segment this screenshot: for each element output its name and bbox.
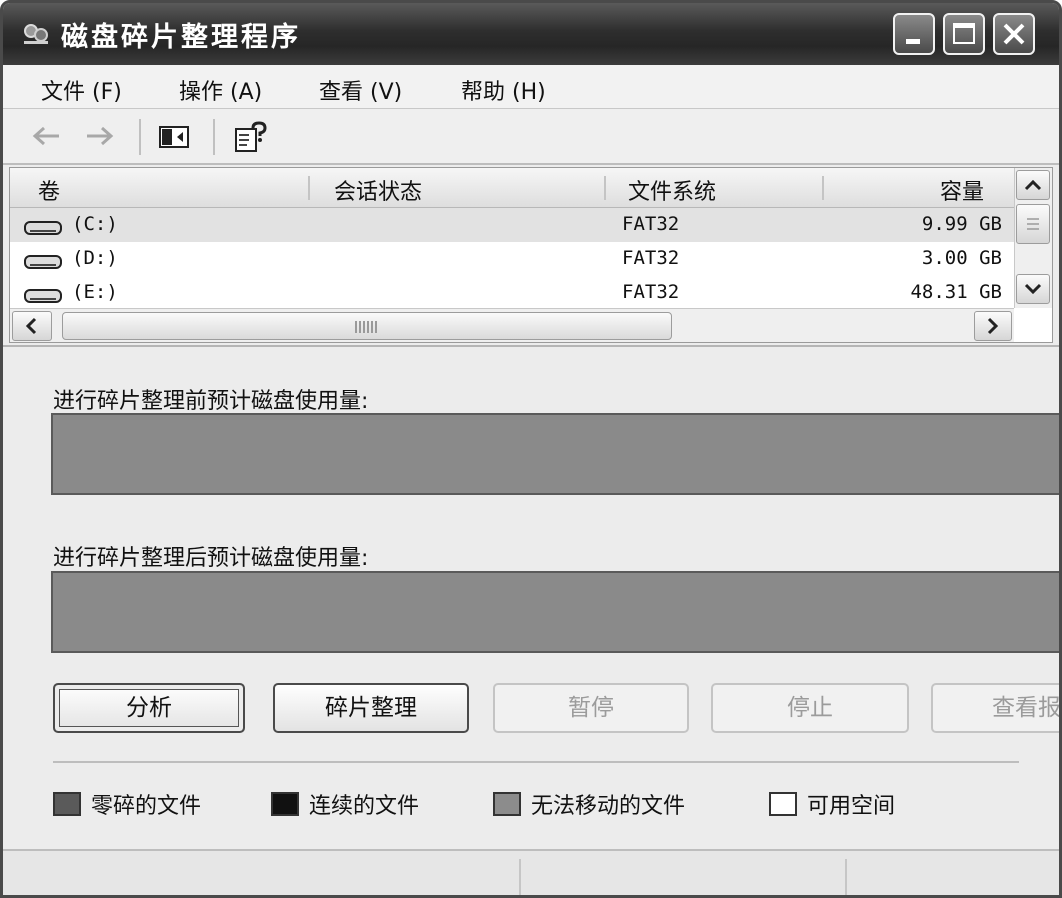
title-bar[interactable]: 磁盘碎片整理程序 — [3, 3, 1059, 65]
minimize-button[interactable] — [893, 13, 935, 55]
back-arrow-icon[interactable] — [29, 121, 63, 151]
col-filesystem[interactable]: 文件系统 — [628, 174, 716, 206]
free-space-swatch — [769, 792, 797, 816]
volume-name: (D:) — [72, 247, 118, 269]
grip-icon — [355, 321, 379, 333]
volume-filesystem: FAT32 — [622, 247, 680, 269]
volume-capacity: 9.99 GB — [921, 213, 1002, 235]
toolbar-separator — [213, 119, 215, 155]
drive-icon — [24, 289, 62, 303]
chevron-down-icon — [1024, 283, 1042, 295]
stop-button[interactable]: 停止 — [711, 683, 909, 733]
scroll-right-button[interactable] — [974, 311, 1012, 341]
scroll-up-button[interactable] — [1016, 170, 1050, 200]
legend-divider — [53, 761, 1019, 763]
menu-help[interactable]: 帮助 (H) — [461, 74, 546, 106]
before-usage-label: 进行碎片整理前预计磁盘使用量: — [53, 389, 369, 414]
minimize-icon — [906, 39, 920, 44]
fragmented-files-label: 零碎的文件 — [91, 794, 202, 819]
close-icon — [1003, 23, 1025, 45]
show-hide-pane-icon[interactable] — [157, 121, 193, 151]
pane-separator[interactable] — [3, 345, 1059, 347]
menu-bar: 文件 (F) 操作 (A) 查看 (V) 帮助 (H) — [3, 65, 1059, 109]
after-usage-display — [51, 571, 1059, 653]
contiguous-files-swatch — [271, 792, 299, 816]
col-divider[interactable] — [308, 176, 310, 200]
defragment-button[interactable]: 碎片整理 — [273, 683, 469, 733]
defrag-window: 磁盘碎片整理程序 文件 (F) 操作 (A) 查看 (V) 帮助 (H) 卷 会… — [0, 0, 1062, 898]
col-session-status[interactable]: 会话状态 — [334, 174, 422, 206]
vertical-scrollbar[interactable] — [1014, 168, 1052, 308]
grip-icon — [1027, 218, 1039, 230]
volume-list-header: 卷 会话状态 文件系统 容量 — [10, 168, 1014, 208]
col-capacity[interactable]: 容量 — [940, 174, 984, 206]
horizontal-scrollbar[interactable] — [10, 308, 1014, 342]
vertical-scroll-thumb[interactable] — [1016, 204, 1050, 244]
horizontal-scroll-thumb[interactable] — [62, 312, 672, 340]
contiguous-files-label: 连续的文件 — [309, 794, 420, 819]
chevron-up-icon — [1024, 179, 1042, 191]
drive-icon — [24, 255, 62, 269]
menu-action[interactable]: 操作 (A) — [179, 74, 262, 106]
unmovable-files-swatch — [493, 792, 521, 816]
volume-capacity: 3.00 GB — [921, 247, 1002, 269]
window-title: 磁盘碎片整理程序 — [61, 22, 301, 53]
close-button[interactable] — [993, 13, 1035, 55]
volume-list[interactable]: 卷 会话状态 文件系统 容量 (C:) FAT32 9.99 GB (D:) F… — [9, 167, 1053, 343]
volume-filesystem: FAT32 — [622, 213, 680, 235]
col-divider[interactable] — [822, 176, 824, 200]
toolbar — [3, 109, 1059, 165]
volume-name: (C:) — [72, 213, 118, 235]
volume-row[interactable]: (C:) FAT32 9.99 GB — [10, 208, 1014, 242]
chevron-right-icon — [987, 317, 999, 335]
unmovable-files-label: 无法移动的文件 — [531, 794, 686, 819]
defrag-app-icon — [24, 24, 48, 44]
status-bar — [3, 849, 1059, 895]
scroll-down-button[interactable] — [1016, 274, 1050, 304]
analyze-button[interactable]: 分析 — [53, 683, 245, 733]
maximize-button[interactable] — [943, 13, 985, 55]
volume-name: (E:) — [72, 281, 118, 303]
view-report-button[interactable]: 查看报 — [931, 683, 1059, 733]
drive-icon — [24, 221, 62, 235]
toolbar-separator — [139, 119, 141, 155]
pause-button[interactable]: 暂停 — [493, 683, 689, 733]
maximize-icon — [953, 23, 975, 44]
volume-row[interactable]: (D:) FAT32 3.00 GB — [10, 242, 1014, 276]
menu-view[interactable]: 查看 (V) — [319, 74, 402, 106]
status-divider — [519, 859, 521, 895]
forward-arrow-icon[interactable] — [83, 121, 117, 151]
col-volume[interactable]: 卷 — [38, 174, 60, 206]
status-divider — [845, 859, 847, 895]
help-properties-icon[interactable] — [233, 121, 269, 153]
col-divider[interactable] — [604, 176, 606, 200]
menu-file[interactable]: 文件 (F) — [41, 74, 122, 106]
fragmented-files-swatch — [53, 792, 81, 816]
before-usage-display — [51, 413, 1059, 495]
volume-capacity: 48.31 GB — [910, 281, 1002, 303]
free-space-label: 可用空间 — [807, 794, 896, 819]
chevron-left-icon — [25, 317, 37, 335]
scroll-left-button[interactable] — [12, 311, 52, 341]
after-usage-label: 进行碎片整理后预计磁盘使用量: — [53, 546, 369, 571]
volume-row[interactable]: (E:) FAT32 48.31 GB — [10, 276, 1014, 310]
volume-filesystem: FAT32 — [622, 281, 680, 303]
